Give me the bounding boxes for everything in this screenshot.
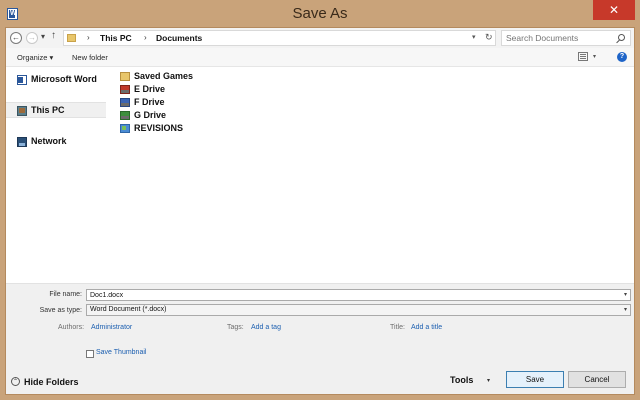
window-title: Save As bbox=[292, 5, 348, 22]
network-icon bbox=[17, 137, 27, 147]
folder-icon bbox=[67, 34, 76, 42]
chevron-up-icon: ⌃ bbox=[11, 377, 20, 386]
save-thumbnail-label[interactable]: Save Thumbnail bbox=[96, 349, 146, 356]
list-item[interactable]: REVISIONS bbox=[118, 122, 238, 135]
nav-item-label: Network bbox=[31, 136, 67, 146]
title-label: Title: bbox=[390, 324, 405, 331]
back-button[interactable]: ← bbox=[10, 32, 22, 44]
folder-icon bbox=[120, 72, 130, 81]
chevron-down-icon[interactable]: ▾ bbox=[624, 291, 627, 298]
drive-icon bbox=[120, 98, 130, 107]
chevron-down-icon[interactable]: ▾ bbox=[624, 306, 627, 313]
breadcrumb-separator: › bbox=[144, 33, 147, 42]
dialog-body: ← → ▾ ↑ › This PC › Documents ▾ ↻ Organi… bbox=[5, 27, 635, 395]
nav-item-microsoft-word[interactable]: Microsoft Word bbox=[6, 72, 106, 88]
list-item[interactable]: Saved Games bbox=[118, 70, 238, 83]
list-item[interactable]: E Drive bbox=[118, 83, 238, 96]
computer-icon bbox=[17, 106, 27, 116]
tools-dropdown-icon[interactable]: ▾ bbox=[487, 377, 490, 384]
drive-icon bbox=[120, 111, 130, 120]
search-input[interactable] bbox=[506, 32, 614, 44]
command-bar: Organize ▾ New folder ▾ ? bbox=[6, 48, 634, 67]
forward-button[interactable]: → bbox=[26, 32, 38, 44]
list-item-label: Saved Games bbox=[134, 71, 194, 81]
hide-folders-button[interactable]: ⌃ Hide Folders bbox=[9, 376, 89, 390]
authors-value[interactable]: Administrator bbox=[91, 324, 132, 331]
save-as-type-select[interactable]: Word Document (*.docx) ▾ bbox=[86, 304, 631, 316]
search-box[interactable] bbox=[501, 30, 631, 46]
nav-item-network[interactable]: Network bbox=[6, 134, 106, 150]
breadcrumb-documents[interactable]: Documents bbox=[156, 33, 202, 43]
file-list: Saved Games E Drive F Drive G Drive REVI… bbox=[118, 70, 628, 280]
file-name-field[interactable]: ▾ bbox=[86, 289, 631, 301]
list-item-label: REVISIONS bbox=[134, 123, 184, 133]
close-button[interactable]: ✕ bbox=[593, 0, 635, 20]
word-icon bbox=[17, 75, 27, 85]
save-as-type-label: Save as type: bbox=[39, 307, 82, 314]
drive-icon bbox=[120, 85, 130, 94]
list-item[interactable]: F Drive bbox=[118, 96, 238, 109]
view-options-dropdown-icon[interactable]: ▾ bbox=[593, 53, 596, 60]
up-button[interactable]: ↑ bbox=[51, 30, 56, 41]
nav-item-this-pc[interactable]: This PC bbox=[6, 102, 106, 118]
navigation-pane: Microsoft Word This PC Network bbox=[6, 68, 112, 283]
list-item[interactable]: G Drive bbox=[118, 109, 238, 122]
add-title-link[interactable]: Add a title bbox=[411, 324, 442, 331]
save-as-type-value: Word Document (*.docx) bbox=[90, 306, 167, 313]
authors-label: Authors: bbox=[58, 324, 85, 331]
add-tag-link[interactable]: Add a tag bbox=[251, 324, 281, 331]
tools-button[interactable]: Tools bbox=[450, 375, 473, 385]
change-view-icon[interactable] bbox=[578, 52, 588, 61]
search-icon[interactable] bbox=[618, 34, 625, 41]
file-name-label: File name: bbox=[49, 291, 82, 298]
address-dropdown-icon[interactable]: ▾ bbox=[472, 33, 476, 41]
address-bar[interactable]: › This PC › Documents ▾ ↻ bbox=[63, 30, 496, 46]
new-folder-button[interactable]: New folder bbox=[72, 53, 108, 62]
folder-icon bbox=[120, 124, 130, 133]
address-row: ← → ▾ ↑ › This PC › Documents ▾ ↻ bbox=[6, 28, 634, 48]
tags-label: Tags: bbox=[227, 324, 244, 331]
organize-button[interactable]: Organize ▾ bbox=[17, 53, 53, 62]
nav-item-label: Microsoft Word bbox=[31, 74, 97, 84]
breadcrumb-separator: › bbox=[87, 33, 90, 42]
list-item-label: E Drive bbox=[134, 84, 166, 94]
title-bar[interactable]: W Save As ✕ bbox=[0, 0, 640, 30]
breadcrumb-this-pc[interactable]: This PC bbox=[100, 33, 132, 43]
save-as-dialog: W Save As ✕ ← → ▾ ↑ › This PC › Document… bbox=[0, 0, 640, 400]
list-item-label: F Drive bbox=[134, 97, 165, 107]
refresh-icon[interactable]: ↻ bbox=[485, 32, 493, 43]
list-item-label: G Drive bbox=[134, 110, 167, 120]
help-icon[interactable]: ? bbox=[617, 52, 627, 62]
hide-folders-label: Hide Folders bbox=[24, 377, 79, 387]
save-thumbnail-checkbox[interactable] bbox=[86, 350, 94, 358]
save-button[interactable]: Save bbox=[506, 371, 564, 388]
cancel-button[interactable]: Cancel bbox=[568, 371, 626, 388]
nav-item-label: This PC bbox=[31, 105, 65, 115]
file-name-input[interactable] bbox=[90, 290, 610, 300]
recent-locations-button[interactable]: ▾ bbox=[41, 32, 45, 41]
